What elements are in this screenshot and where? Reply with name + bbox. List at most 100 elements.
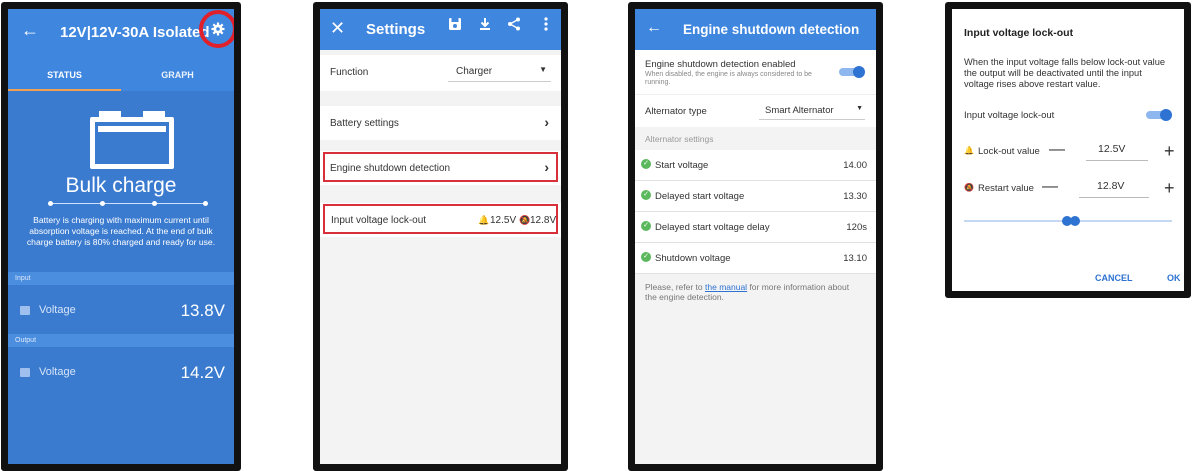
function-label: Function (330, 67, 369, 78)
setting-label: Delayed start voltage (655, 191, 745, 202)
manual-link[interactable]: the manual (705, 282, 747, 292)
lockout-toggle[interactable] (1146, 109, 1172, 121)
restart-value-row: 🔕 Restart value — 12.8V + (964, 177, 1175, 201)
output-voltage-value: 14.2V (180, 363, 225, 382)
download-icon[interactable] (478, 17, 492, 36)
engine-enabled-row: Engine shutdown detection enabled When d… (635, 50, 876, 94)
restart-value-label: Restart value (978, 183, 1034, 194)
setting-value: 13.30 (843, 191, 867, 202)
output-voltage-label: Voltage (39, 366, 76, 378)
function-row: Function Charger ▼ (320, 55, 561, 91)
output-voltage-row: Voltage 14.2V (8, 355, 234, 391)
lockout-value-label: Lock-out value (978, 146, 1040, 157)
input-voltage-value: 13.8V (180, 301, 225, 320)
alternator-value: Smart Alternator (765, 105, 834, 116)
lockout-value: 12.5V (1098, 143, 1126, 155)
share-icon[interactable] (507, 17, 521, 36)
back-arrow-icon[interactable]: ← (21, 20, 39, 41)
alternator-settings-header: Alternator settings (645, 134, 714, 144)
phone-engine-screen: ← Engine shutdown detection Engine shutd… (628, 2, 883, 471)
lockout-dialog-frame: Input voltage lock-out When the input vo… (945, 2, 1191, 298)
lockout-value-input[interactable]: 12.5V (1086, 140, 1148, 161)
alternator-setting-row[interactable]: ✓ Shutdown voltage 13.10 (635, 243, 876, 274)
restart-slider-handle[interactable] (1070, 216, 1080, 226)
ok-button[interactable]: OK (1167, 273, 1181, 283)
cancel-button[interactable]: CANCEL (1095, 273, 1133, 283)
charge-description: Battery is charging with maximum current… (26, 215, 216, 247)
lockout-value-row: 🔔 Lock-out value — 12.5V + (964, 140, 1175, 164)
phone-status-screen: ← 12V|12V-30A Isolated STATUS GRAPH Bulk… (1, 2, 241, 471)
check-icon: ✓ (641, 221, 651, 231)
alternator-select[interactable]: Smart Alternator ▼ (759, 102, 865, 120)
charge-state: Bulk charge (65, 174, 177, 197)
tab-status[interactable]: STATUS (8, 61, 121, 91)
input-icon (20, 306, 30, 315)
alternator-row: Alternator type Smart Alternator ▼ (635, 94, 876, 127)
alternator-setting-row[interactable]: ✓ Delayed start voltage delay 120s (635, 212, 876, 243)
function-value: Charger (456, 66, 493, 77)
lockout-decrease-button[interactable]: — (1049, 142, 1065, 158)
voltage-range-slider (964, 216, 1172, 226)
setting-label: Start voltage (655, 160, 709, 171)
charge-stage-indicator (48, 201, 208, 206)
engine-title: Engine shutdown detection (683, 22, 860, 37)
check-icon: ✓ (641, 190, 651, 200)
restart-value-input[interactable]: 12.8V (1079, 177, 1149, 198)
input-lockout-highlight (323, 204, 558, 234)
settings-header: ✕ Settings (320, 9, 561, 50)
close-icon[interactable]: ✕ (330, 18, 345, 39)
device-title: 12V|12V-30A Isolated (60, 24, 210, 41)
input-voltage-row: Voltage 13.8V (8, 293, 234, 329)
status-screen: ← 12V|12V-30A Isolated STATUS GRAPH Bulk… (8, 9, 234, 464)
dropdown-caret-icon: ▼ (539, 65, 547, 74)
restart-decrease-button[interactable]: — (1042, 179, 1058, 195)
dropdown-caret-icon: ▼ (856, 105, 863, 112)
dialog-description: When the input voltage falls below lock-… (964, 57, 1166, 89)
function-select[interactable]: Charger ▼ (448, 64, 551, 82)
battery-settings-label: Battery settings (330, 118, 399, 129)
engine-shutdown-highlight (323, 152, 558, 182)
lockout-toggle-row: Input voltage lock-out (964, 107, 1174, 123)
lockout-dialog: Input voltage lock-out When the input vo… (952, 9, 1184, 291)
output-icon (20, 368, 30, 377)
bell-off-icon: 🔕 (964, 183, 974, 192)
lockout-increase-button[interactable]: + (1164, 142, 1175, 160)
manual-note-pre: Please, refer to (645, 282, 706, 292)
check-icon: ✓ (641, 252, 651, 262)
dialog-title: Input voltage lock-out (964, 27, 1074, 39)
settings-gear-button[interactable] (199, 10, 234, 48)
bell-icon: 🔔 (964, 146, 974, 155)
engine-enabled-label: Engine shutdown detection enabled (645, 59, 796, 70)
engine-enabled-hint: When disabled, the engine is always cons… (645, 71, 812, 86)
phone-settings-screen: ✕ Settings Function Charger ▼ Battery se (313, 2, 568, 471)
status-tabs: STATUS GRAPH (8, 61, 234, 91)
restart-value: 12.8V (1097, 180, 1125, 192)
setting-value: 13.10 (843, 253, 867, 264)
setting-label: Shutdown voltage (655, 253, 731, 264)
settings-title: Settings (366, 21, 426, 38)
alternator-setting-row[interactable]: ✓ Delayed start voltage 13.30 (635, 181, 876, 212)
engine-shutdown-screen: ← Engine shutdown detection Engine shutd… (635, 9, 876, 464)
setting-label: Delayed start voltage delay (655, 222, 770, 233)
check-icon: ✓ (641, 159, 651, 169)
battery-icon (90, 111, 174, 169)
alternator-label: Alternator type (645, 106, 707, 117)
chevron-right-icon: › (544, 114, 549, 130)
manual-note: Please, refer to the manual for more inf… (645, 282, 858, 302)
engine-enabled-toggle[interactable] (839, 66, 865, 78)
save-icon[interactable] (448, 17, 462, 36)
more-options-icon[interactable] (544, 17, 548, 36)
tab-graph[interactable]: GRAPH (121, 61, 234, 91)
back-arrow-icon[interactable]: ← (646, 19, 662, 37)
input-voltage-label: Voltage (39, 304, 76, 316)
settings-screen: ✕ Settings Function Charger ▼ Battery se (320, 9, 561, 464)
setting-value: 120s (846, 222, 867, 233)
setting-value: 14.00 (843, 160, 867, 171)
status-header: ← 12V|12V-30A Isolated STATUS GRAPH (8, 9, 234, 91)
battery-settings-row[interactable]: Battery settings › (320, 106, 561, 140)
restart-increase-button[interactable]: + (1164, 179, 1175, 197)
engine-header: ← Engine shutdown detection (635, 9, 876, 50)
output-section-header: Output (8, 334, 234, 347)
alternator-setting-row[interactable]: ✓ Start voltage 14.00 (635, 150, 876, 181)
gear-icon (211, 22, 225, 36)
